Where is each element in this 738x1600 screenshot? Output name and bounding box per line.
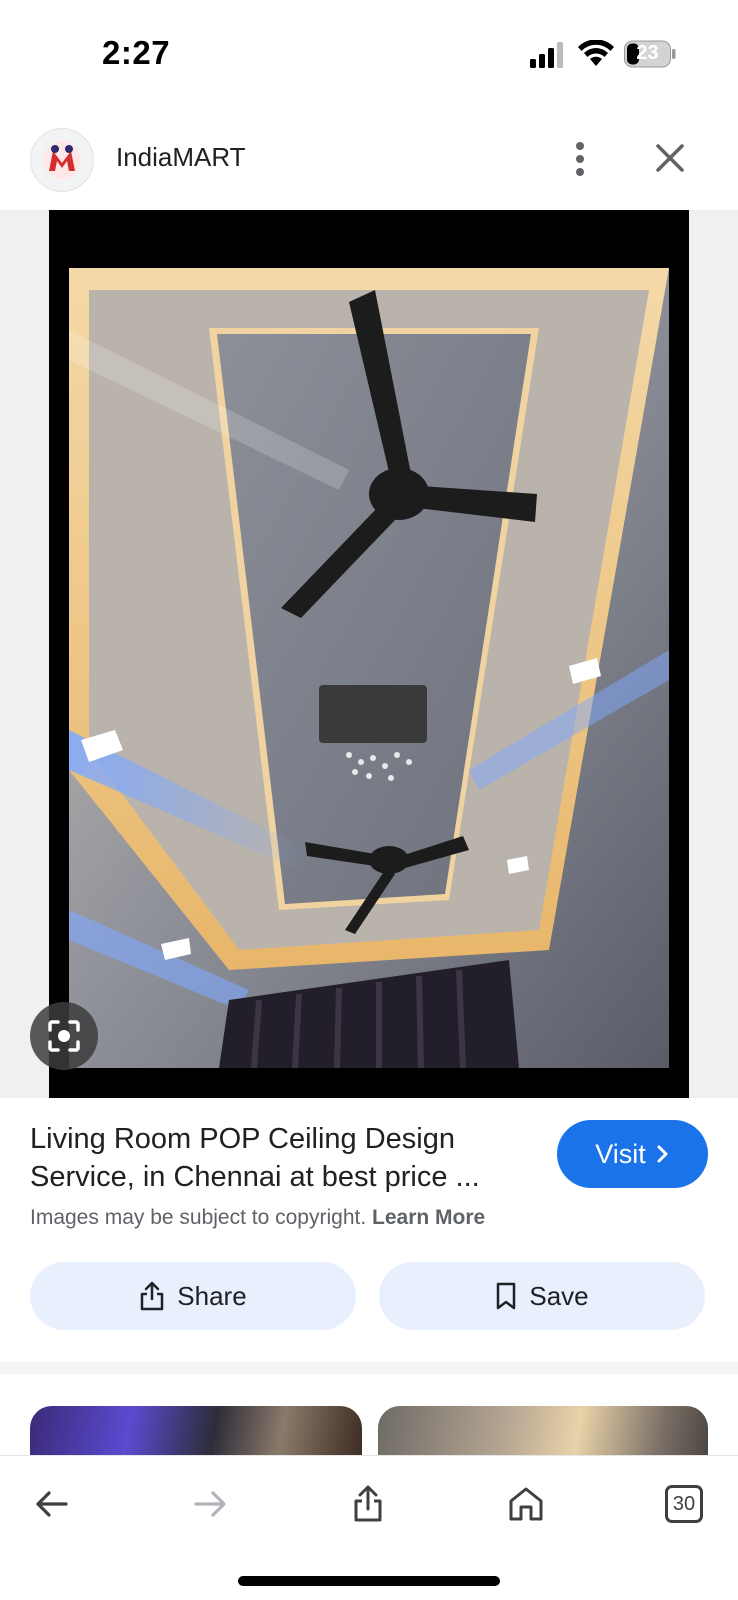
site-logo[interactable] — [30, 128, 94, 192]
lens-search-button[interactable] — [30, 1002, 98, 1070]
back-button[interactable] — [24, 1476, 80, 1532]
bookmark-icon — [497, 1282, 516, 1310]
status-bar: 2:27 23 — [0, 0, 738, 110]
share-icon — [141, 1281, 164, 1311]
arrow-back-icon — [36, 1491, 68, 1517]
close-button[interactable] — [650, 138, 690, 178]
home-button[interactable] — [498, 1476, 554, 1532]
learn-more-link[interactable]: Learn More — [372, 1206, 485, 1229]
arrow-forward-icon — [194, 1491, 226, 1517]
tabs-button[interactable]: 30 — [656, 1476, 712, 1532]
home-indicator — [238, 1576, 500, 1586]
share-button[interactable]: Share — [30, 1262, 356, 1330]
site-name[interactable]: IndiaMART — [116, 142, 246, 173]
toolbar-share-button[interactable] — [340, 1476, 396, 1532]
home-icon — [509, 1487, 543, 1521]
share-icon — [354, 1485, 382, 1522]
image-preview-area — [0, 210, 738, 1098]
ceiling-photo — [49, 210, 689, 1098]
tabs-count: 30 — [665, 1485, 703, 1523]
battery-level: 23 — [636, 42, 659, 64]
visit-button[interactable]: Visit — [557, 1120, 708, 1188]
main-image[interactable] — [49, 210, 689, 1098]
more-vert-icon — [576, 142, 584, 176]
wifi-icon — [578, 40, 614, 66]
lens-search-icon — [48, 1020, 80, 1052]
cellular-signal-icon — [530, 42, 563, 68]
battery-icon: 23 — [624, 40, 676, 68]
indiamart-logo-icon — [43, 141, 81, 179]
forward-button[interactable] — [182, 1476, 238, 1532]
save-button[interactable]: Save — [379, 1262, 705, 1330]
result-title[interactable]: Living Room POP Ceiling Design Service, … — [30, 1120, 540, 1196]
save-label: Save — [529, 1280, 589, 1311]
chevron-right-icon — [657, 1145, 668, 1163]
copyright-text: Images may be subject to copyright. — [30, 1206, 367, 1229]
more-options-button[interactable] — [560, 134, 600, 184]
close-icon — [656, 144, 684, 172]
status-time: 2:27 — [102, 34, 171, 71]
share-label: Share — [177, 1280, 247, 1311]
viewer-header: IndiaMART — [0, 110, 738, 210]
section-divider — [0, 1362, 738, 1374]
visit-label: Visit — [595, 1138, 646, 1169]
copyright-notice: Images may be subject to copyright. Lear… — [30, 1206, 485, 1230]
